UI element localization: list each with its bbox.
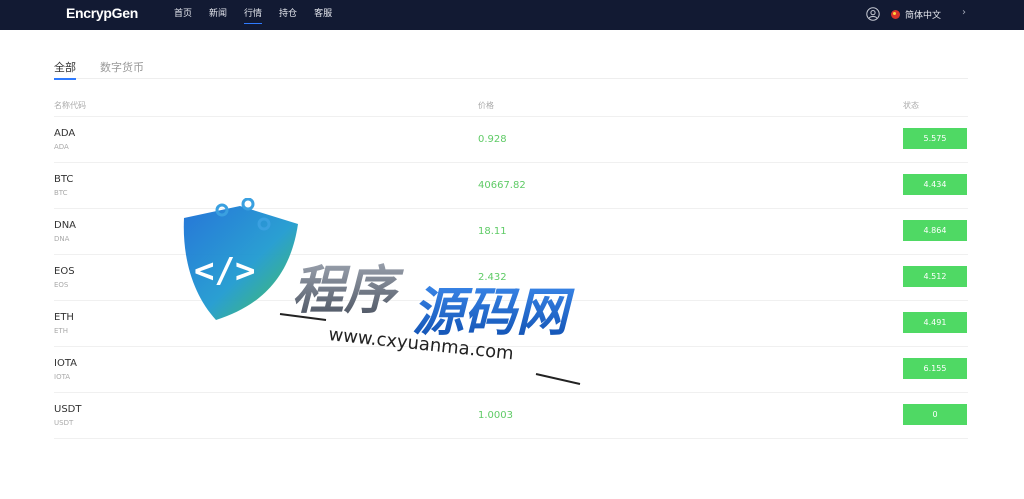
main-nav: 首页 新闻 行情 持仓 客服 (174, 0, 349, 30)
nav-item-home[interactable]: 首页 (174, 0, 192, 30)
table-row[interactable]: ADA ADA 0.928 5.575 (54, 116, 968, 162)
coin-price: 40667.82 (478, 180, 526, 191)
coin-symbol: BTC (54, 174, 74, 185)
table-row[interactable]: EOS EOS 2.432 4.512 (54, 254, 968, 300)
tab-all[interactable]: 全部 (54, 59, 76, 80)
status-badge[interactable]: 4.864 (903, 220, 967, 241)
coin-price: 0.928 (478, 134, 507, 145)
china-flag-icon (891, 10, 900, 19)
language-selector[interactable]: 简体中文 (891, 8, 941, 21)
table-header: 名称代码 价格 状态 (54, 100, 968, 116)
user-circle-icon[interactable] (866, 7, 880, 21)
nav-item-service[interactable]: 客服 (314, 0, 332, 30)
chevron-right-icon[interactable]: › (962, 7, 966, 18)
coin-symbol: ETH (54, 312, 74, 323)
status-badge[interactable]: 4.434 (903, 174, 967, 195)
market-table: ADA ADA 0.928 5.575 BTC BTC 40667.82 4.4… (54, 116, 968, 439)
coin-code: ADA (54, 143, 69, 151)
coin-code: IOTA (54, 373, 71, 381)
language-label: 简体中文 (905, 11, 942, 21)
table-row[interactable]: IOTA IOTA 6.155 (54, 346, 968, 392)
coin-symbol: USDT (54, 404, 82, 415)
coin-price: 1.0003 (478, 410, 513, 421)
table-row[interactable]: BTC BTC 40667.82 4.434 (54, 162, 968, 208)
status-badge[interactable]: 6.155 (903, 358, 967, 379)
coin-price: 2.432 (478, 272, 507, 283)
tab-digital-currency[interactable]: 数字货币 (100, 59, 144, 79)
table-row[interactable]: USDT USDT 1.0003 0 (54, 392, 968, 439)
nav-item-market[interactable]: 行情 (244, 0, 263, 30)
brand-logo[interactable]: EncrypGen (66, 5, 138, 21)
nav-item-news[interactable]: 新闻 (209, 0, 227, 30)
market-tabs: 全部 数字货币 (54, 58, 968, 80)
status-badge[interactable]: 0 (903, 404, 967, 425)
coin-code: ETH (54, 327, 68, 335)
coin-code: DNA (54, 235, 70, 243)
nav-item-holdings[interactable]: 持仓 (279, 0, 297, 30)
coin-symbol: IOTA (54, 358, 77, 369)
coin-symbol: EOS (54, 266, 75, 277)
column-header-price: 价格 (478, 101, 494, 110)
column-header-status: 状态 (903, 101, 919, 110)
status-badge[interactable]: 5.575 (903, 128, 967, 149)
coin-price: 18.11 (478, 226, 507, 237)
coin-code: EOS (54, 281, 69, 289)
top-navigation-bar: EncrypGen 首页 新闻 行情 持仓 客服 简体中文 › (0, 0, 1024, 30)
coin-code: BTC (54, 189, 68, 197)
table-row[interactable]: DNA DNA 18.11 4.864 (54, 208, 968, 254)
column-header-name: 名称代码 (54, 101, 86, 110)
coin-symbol: ADA (54, 128, 76, 139)
status-badge[interactable]: 4.491 (903, 312, 967, 333)
table-row[interactable]: ETH ETH 4.491 (54, 300, 968, 346)
coin-code: USDT (54, 419, 74, 427)
coin-symbol: DNA (54, 220, 77, 231)
status-badge[interactable]: 4.512 (903, 266, 967, 287)
